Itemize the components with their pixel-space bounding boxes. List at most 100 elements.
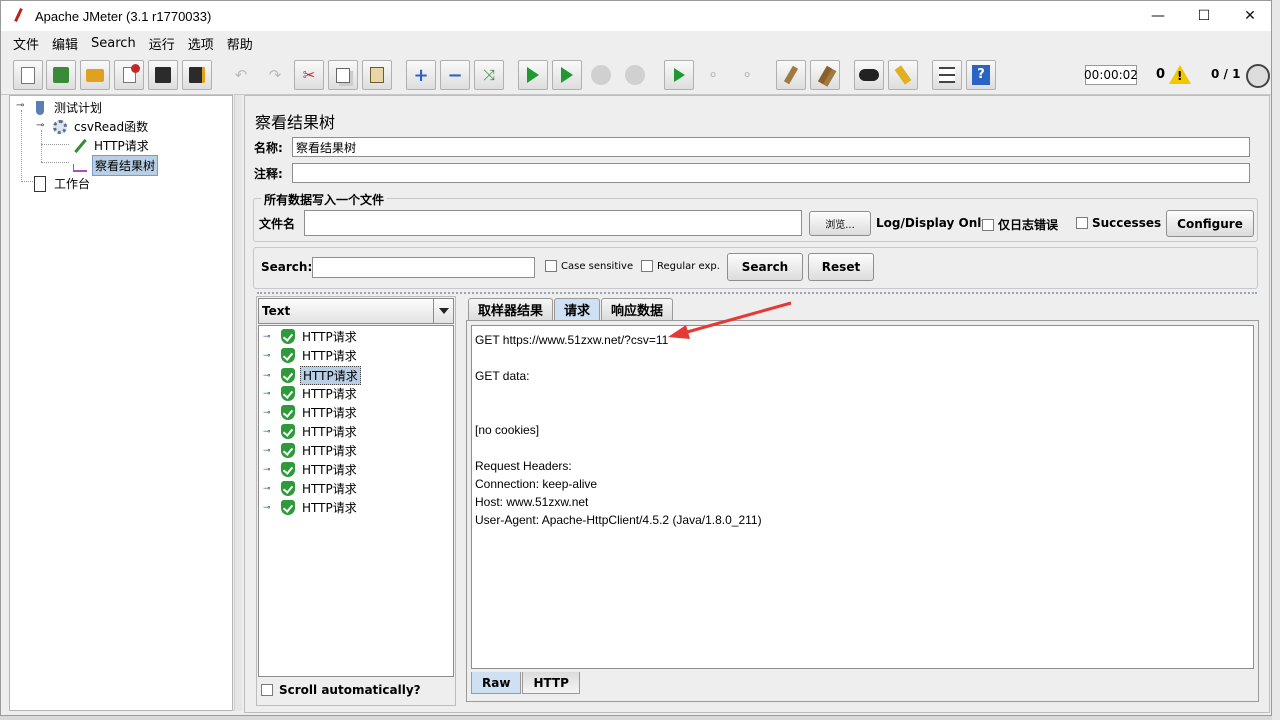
toggle-icon[interactable]: ⤨ [474, 60, 504, 90]
close-button[interactable]: ✕ [1227, 1, 1273, 31]
undo-icon[interactable]: ↶ [226, 60, 256, 90]
regular-exp-option[interactable]: Regular exp. [641, 260, 720, 272]
regular-exp-label: Regular exp. [657, 260, 720, 272]
menu-run[interactable]: 运行 [149, 34, 175, 53]
result-item[interactable]: ⊸ HTTP请求 [263, 423, 359, 440]
expand-key-icon[interactable]: ⊸ [263, 371, 275, 381]
case-sensitive-checkbox[interactable] [545, 260, 557, 272]
remote-start-icon[interactable] [664, 60, 694, 90]
active-threads: 0 / 1 [1211, 67, 1241, 81]
configure-button[interactable]: Configure [1166, 210, 1254, 237]
regular-exp-checkbox[interactable] [641, 260, 653, 272]
menu-search[interactable]: Search [91, 36, 136, 51]
collapse-icon[interactable]: − [440, 60, 470, 90]
function-helper-icon[interactable] [932, 60, 962, 90]
tree-node-view-results-tree[interactable]: 察看结果树 [72, 155, 159, 176]
result-item[interactable]: ⊸ HTTP请求 [263, 480, 359, 497]
expand-key-icon[interactable]: ⊸ [263, 389, 275, 399]
result-item[interactable]: ⊸ HTTP请求 [263, 347, 359, 364]
search-button[interactable]: Search [727, 253, 803, 281]
result-item[interactable]: ⊸ HTTP请求 [263, 442, 359, 459]
tab-http[interactable]: HTTP [522, 672, 580, 694]
remote-stop-icon[interactable]: ⚬ [698, 60, 728, 90]
start-icon[interactable] [518, 60, 548, 90]
tree-node-http-request[interactable]: HTTP请求 [72, 136, 151, 155]
menu-help[interactable]: 帮助 [227, 34, 253, 53]
save-as-icon[interactable] [182, 60, 212, 90]
scroll-automatically-checkbox[interactable] [261, 684, 273, 696]
tab-raw[interactable]: Raw [471, 672, 522, 694]
redo-icon[interactable]: ↷ [260, 60, 290, 90]
expand-key-icon[interactable]: ⊸ [263, 332, 275, 342]
tree-node-workbench[interactable]: 工作台 [32, 174, 92, 193]
errors-only-checkbox[interactable] [982, 218, 994, 231]
result-item[interactable]: ⊸ HTTP请求 [263, 328, 359, 345]
title-bar: Apache JMeter (3.1 r1770033) [1, 1, 1271, 31]
templates-icon[interactable] [46, 60, 76, 90]
minimize-button[interactable]: — [1135, 1, 1181, 31]
expand-toggle[interactable]: ⊸ [16, 101, 26, 111]
menu-file[interactable]: 文件 [13, 34, 39, 53]
error-counter[interactable]: 0 [1156, 65, 1192, 84]
name-field[interactable]: 察看结果树 [292, 137, 1250, 157]
reset-search-icon[interactable] [888, 60, 918, 90]
expand-key-icon[interactable]: ⊸ [263, 408, 275, 418]
maximize-button[interactable]: ☐ [1181, 1, 1227, 31]
shutdown-icon[interactable] [620, 60, 650, 90]
tree-node-csvread[interactable]: csvRead函数 [52, 117, 150, 136]
paste-icon[interactable] [362, 60, 392, 90]
successes-checkbox[interactable] [1076, 217, 1088, 229]
result-item[interactable]: ⊸ HTTP请求 [263, 385, 359, 402]
chevron-down-icon[interactable] [433, 299, 453, 323]
clear-icon[interactable] [776, 60, 806, 90]
new-icon[interactable] [13, 60, 43, 90]
scroll-automatically-option[interactable]: Scroll automatically? [261, 683, 421, 697]
expand-key-icon[interactable]: ⊸ [263, 351, 275, 361]
expand-icon[interactable]: + [406, 60, 436, 90]
scroll-automatically-label: Scroll automatically? [279, 683, 421, 697]
split-pane-divider[interactable] [234, 95, 242, 711]
expand-key-icon[interactable]: ⊸ [263, 446, 275, 456]
case-sensitive-option[interactable]: Case sensitive [545, 260, 633, 272]
clear-all-icon[interactable] [810, 60, 840, 90]
tab-request[interactable]: 请求 [554, 298, 601, 320]
open-icon[interactable] [80, 60, 110, 90]
result-item[interactable]: ⊸ HTTP请求 [263, 499, 359, 516]
result-item-selected[interactable]: ⊸ HTTP请求 [263, 366, 361, 385]
search-icon[interactable] [854, 60, 884, 90]
browse-button[interactable]: 浏览... [809, 211, 871, 236]
result-item[interactable]: ⊸ HTTP请求 [263, 404, 359, 421]
start-no-pause-icon[interactable] [552, 60, 582, 90]
comment-field[interactable] [292, 163, 1250, 183]
split-divider[interactable] [257, 292, 1257, 294]
expand-key-icon[interactable]: ⊸ [263, 427, 275, 437]
expand-key-icon[interactable]: ⊸ [263, 465, 275, 475]
errors-only-option[interactable]: 仅日志错误 [982, 216, 1058, 233]
menu-edit[interactable]: 编辑 [52, 34, 78, 53]
expand-key-icon[interactable]: ⊸ [263, 484, 275, 494]
cut-icon[interactable]: ✂ [294, 60, 324, 90]
menu-options[interactable]: 选项 [188, 34, 214, 53]
expand-toggle[interactable]: ⊸ [36, 121, 46, 131]
request-line [475, 439, 1250, 457]
success-shield-icon [281, 386, 295, 401]
help-icon[interactable]: ? [966, 60, 996, 90]
renderer-select[interactable]: Text [258, 298, 454, 324]
copy-icon[interactable] [328, 60, 358, 90]
save-icon[interactable] [148, 60, 178, 90]
close-file-icon[interactable] [114, 60, 144, 90]
results-list-panel: Text ⊸ HTTP请求 ⊸ HTTP请求 ⊸ HTTP请求 ⊸ HTTP请求 ⊸ HT… [256, 296, 456, 706]
remote-shutdown-icon[interactable]: ⚬ [732, 60, 762, 90]
request-line: Host: www.51zxw.net [475, 495, 589, 509]
request-text-area[interactable]: GET https://www.51zxw.net/?csv=11 GET da… [471, 325, 1254, 669]
tab-response-data[interactable]: 响应数据 [601, 298, 674, 320]
stop-icon[interactable] [586, 60, 616, 90]
expand-key-icon[interactable]: ⊸ [263, 503, 275, 513]
tree-node-test-plan[interactable]: 测试计划 [32, 98, 104, 117]
search-field[interactable] [312, 257, 535, 278]
result-item[interactable]: ⊸ HTTP请求 [263, 461, 359, 478]
filename-field[interactable] [304, 210, 802, 236]
reset-button[interactable]: Reset [808, 253, 874, 281]
tab-sampler-result[interactable]: 取样器结果 [468, 298, 554, 320]
successes-option[interactable]: Successes [1076, 216, 1161, 230]
